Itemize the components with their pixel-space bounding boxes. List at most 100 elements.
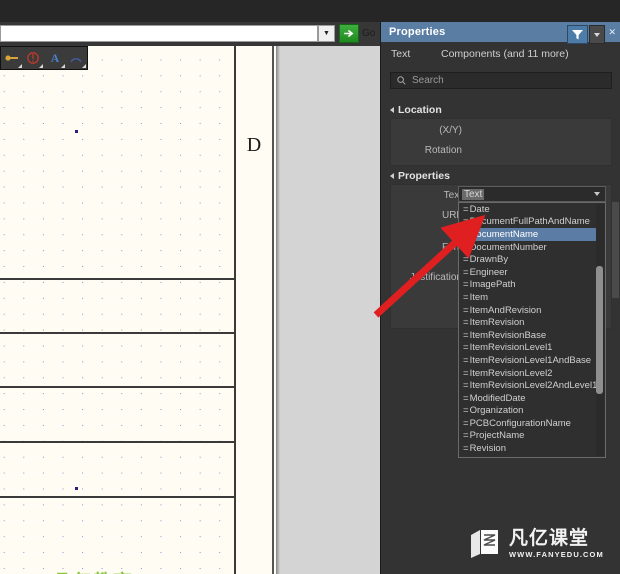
justification-row: Justification [381,270,462,286]
watermark-right: 凡亿课堂 WWW.FANYEDU.COM [468,528,604,560]
dropdown-item-label: ItemRevisionLevel2AndLevel1 [469,380,598,392]
pin-icon[interactable] [1,47,23,69]
font-row: Font [390,240,462,256]
dropdown-item-label: ImagePath [469,279,516,291]
dropdown-item-label: ProjectName [469,430,525,442]
grid-anchor-dot [75,130,78,133]
text-property-dropdown-list[interactable]: = Date = DocumentFullPathAndName = DocumentNa… [458,202,606,458]
panel-scrollbar-thumb[interactable] [612,202,619,298]
address-dropdown-button[interactable]: ▼ [318,25,335,42]
dropdown-item[interactable]: = ProjectName [459,430,596,443]
object-scope-label: Components (and 11 more) [441,48,569,60]
equals-prefix: = [463,216,469,228]
dropdown-item[interactable]: = DocumentName [459,228,596,241]
dropdown-item-label: PCBConfigurationName [469,417,571,429]
dropdown-item-label: DocumentFullPathAndName [469,216,590,228]
arc-icon[interactable] [66,47,88,69]
search-placeholder: Search [412,75,444,86]
section-header-location[interactable]: Location [390,104,442,116]
workspace-background [276,46,380,574]
dropdown-item-label: Revision [469,443,506,455]
dropdown-item-label: DrawnBy [469,254,509,266]
filter-dropdown-button[interactable] [589,25,605,44]
section-header-properties[interactable]: Properties [390,170,450,182]
url-row: URL [390,208,462,224]
chevron-down-icon: ▼ [323,30,330,37]
dropdown-item[interactable]: = DrawnBy [459,253,596,266]
dropdown-item-label: ItemRevisionLevel1 [469,342,553,354]
dropdown-item[interactable]: = PCBConfigurationName [459,417,596,430]
schematic-canvas[interactable]: 凡亿教育 WWW.FANYEDU.COM D [0,46,380,574]
object-selector-row: Text Components (and 11 more) [381,42,620,68]
object-type-label: Text [391,48,411,60]
dropdown-item-label: ItemRevisionBase [469,329,547,341]
equals-prefix: = [463,392,469,404]
svg-text:A: A [50,51,59,65]
equals-prefix: = [463,279,469,291]
text-property-value: Text [462,188,485,200]
dropdown-item-label: Item [469,291,489,303]
filter-button[interactable] [567,25,588,44]
equals-prefix: = [463,430,469,442]
xy-label: (X/Y) [439,125,462,136]
watermark-left: 凡亿教育 WWW.FANYEDU.COM [12,570,148,574]
collapse-triangle-icon [390,173,394,179]
dropdown-item[interactable]: = Date [459,203,596,216]
section-title-location: Location [398,104,442,116]
dropdown-item[interactable]: = ItemRevisionBase [459,329,596,342]
chevron-down-icon [594,32,600,37]
dropdown-item-label: Organization [469,405,524,417]
no-erc-icon[interactable] [23,47,45,69]
go-button[interactable] [339,24,359,43]
sheet-border-column: D [236,46,274,574]
equals-prefix: = [463,266,469,278]
equals-prefix: = [463,443,469,455]
close-icon[interactable]: ✕ [608,27,616,37]
sheet-divider [0,386,236,388]
border-zone-letter: D [246,134,262,156]
equals-prefix: = [463,304,469,316]
search-icon [397,76,406,85]
dropdown-scrollbar-track[interactable] [596,204,604,456]
search-input[interactable]: Search [390,72,612,89]
xy-row: (X/Y) [390,123,462,139]
equals-prefix: = [463,291,469,303]
address-input[interactable] [0,25,318,42]
sheet-divider [0,278,236,280]
dropdown-item[interactable]: = DocumentFullPathAndName [459,216,596,229]
dropdown-item[interactable]: = Organization [459,405,596,418]
dropdown-item-label: Engineer [469,266,508,278]
drawing-tools-toolbar[interactable]: A [0,46,88,70]
dropdown-item[interactable]: = DocumentNumber [459,241,596,254]
dropdown-item-label: ItemRevisionLevel2 [469,367,553,379]
dropdown-item[interactable]: = ImagePath [459,279,596,292]
dropdown-item[interactable]: = ItemAndRevision [459,304,596,317]
text-property-combobox[interactable]: Text [458,186,606,202]
grid-anchor-dot [75,487,78,490]
dropdown-item[interactable]: = ItemRevisionLevel2AndLevel1 [459,379,598,392]
dropdown-scrollbar-thumb[interactable] [596,266,603,394]
dropdown-item[interactable]: = ModifiedDate [459,392,596,405]
sheet-area[interactable]: 凡亿教育 WWW.FANYEDU.COM [0,46,236,574]
sheet-divider [0,441,236,443]
arrow-right-icon [343,29,353,38]
dropdown-item[interactable]: = Item [459,291,596,304]
equals-prefix: = [463,317,469,329]
dropdown-item[interactable]: = Engineer [459,266,596,279]
text-frame-icon[interactable]: A [44,47,66,69]
go-label: Go [362,28,376,39]
equals-prefix: = [463,354,469,366]
sheet-divider [0,332,236,334]
dropdown-item[interactable]: = Revision [459,442,596,455]
dropdown-item[interactable]: = ItemRevision [459,316,596,329]
section-title-properties: Properties [398,170,450,182]
chevron-down-icon [594,192,600,196]
dropdown-item[interactable]: = ItemRevisionLevel1 [459,342,596,355]
fanyedu-logo-icon [468,528,502,560]
dropdown-item[interactable]: = ItemRevisionLevel1AndBase [459,354,596,367]
dropdown-item[interactable]: = ItemRevisionLevel2 [459,367,596,380]
rotation-label: Rotation [424,145,462,156]
text-row: Text [390,188,462,204]
equals-prefix: = [463,254,469,266]
equals-prefix: = [463,241,469,253]
